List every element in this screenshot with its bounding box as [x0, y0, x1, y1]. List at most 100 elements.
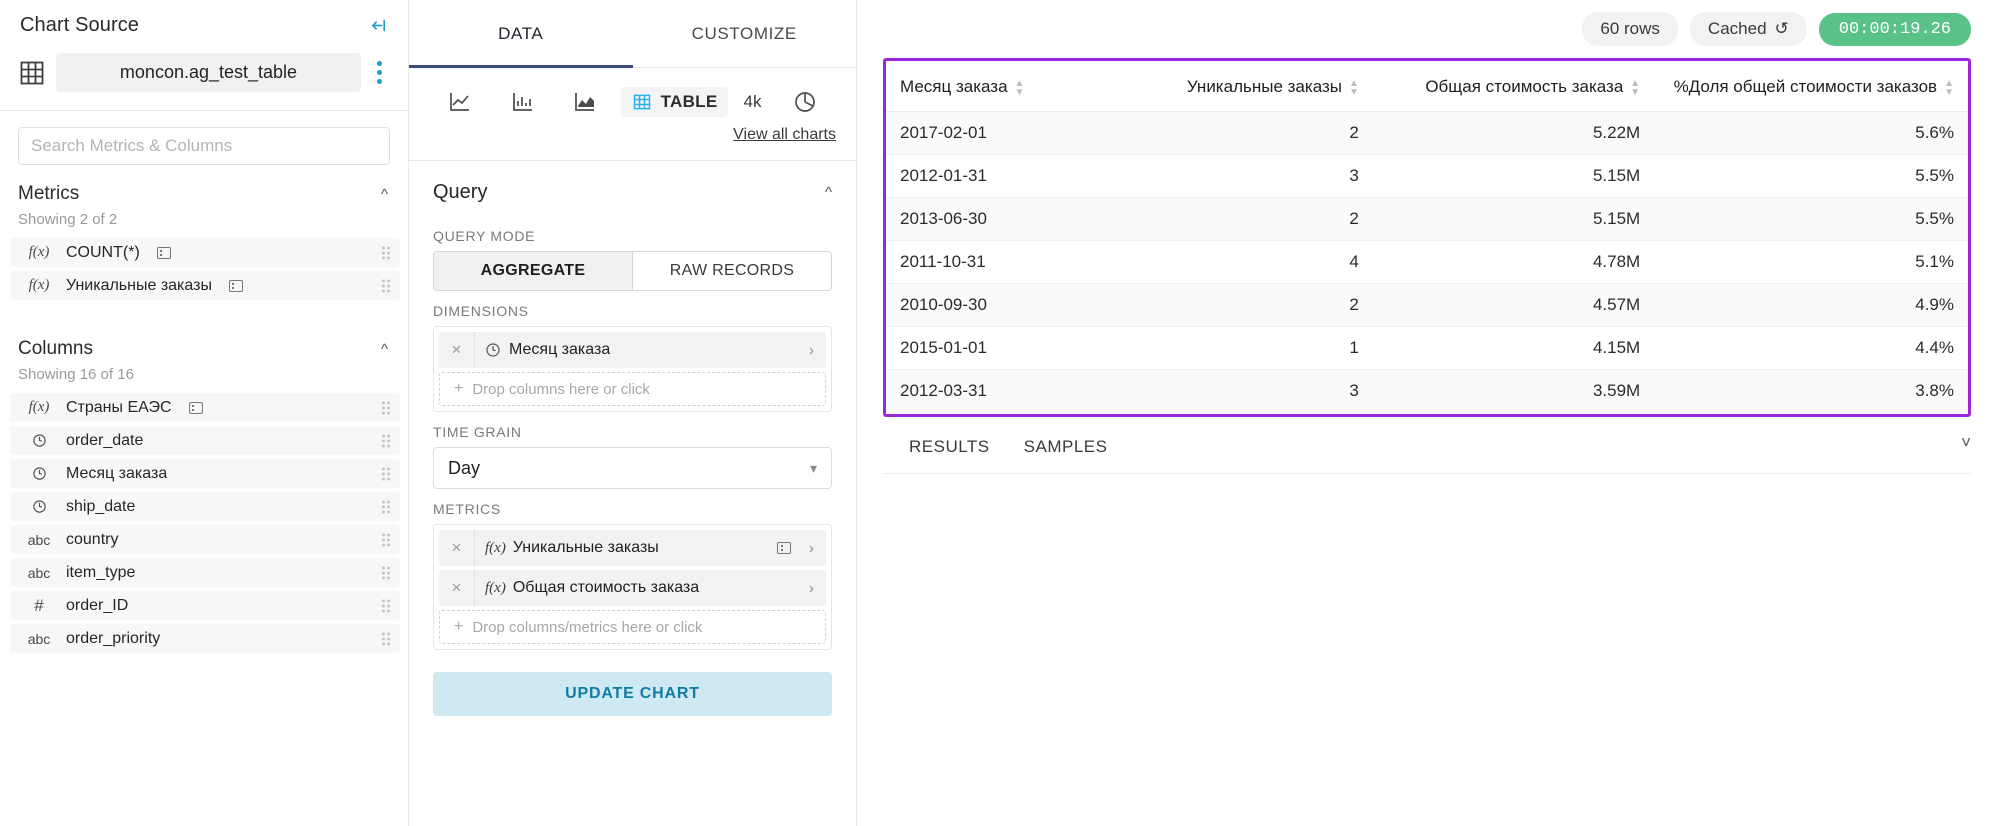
remove-icon[interactable]: × [439, 332, 475, 368]
list-item[interactable]: abc country [10, 525, 400, 554]
bottom-filler [857, 474, 1999, 826]
table-row[interactable]: 2012-01-3135.15M5.5% [886, 155, 1968, 198]
clock-icon [22, 499, 56, 514]
table-row[interactable]: 2017-02-0125.22M5.6% [886, 112, 1968, 155]
chevron-up-icon[interactable]: ^ [381, 341, 388, 358]
drag-handle-icon[interactable] [382, 246, 390, 259]
query-mode-raw-records[interactable]: RAW RECORDS [632, 252, 831, 290]
dimension-chip[interactable]: × Месяц заказа › [439, 332, 826, 368]
sort-icon[interactable]: ▲▼ [1630, 79, 1640, 97]
drag-handle-icon[interactable] [382, 500, 390, 513]
columns-section-header[interactable]: Columns ^ [0, 326, 408, 362]
area-chart-icon[interactable] [554, 86, 617, 118]
update-chart-button[interactable]: UPDATE CHART [433, 672, 832, 716]
cached-badge[interactable]: Cached ↺ [1690, 12, 1807, 46]
big-number-icon[interactable]: 4k [732, 92, 774, 112]
tab-data[interactable]: DATA [409, 0, 633, 67]
table-row[interactable]: 2013-06-3025.15M5.5% [886, 198, 1968, 241]
sort-icon[interactable]: ▲▼ [1015, 79, 1025, 97]
collapse-left-icon[interactable] [369, 14, 388, 35]
clock-icon [22, 466, 56, 481]
drag-handle-icon[interactable] [382, 467, 390, 480]
bar-chart-icon[interactable] [492, 86, 555, 118]
drag-handle-icon[interactable] [382, 434, 390, 447]
metrics-section-header[interactable]: Metrics ^ [0, 171, 408, 207]
list-item[interactable]: f(x) Уникальные заказы [10, 271, 400, 300]
drag-handle-icon[interactable] [382, 279, 390, 292]
column-header-month[interactable]: Месяц заказа▲▼ [886, 61, 1146, 112]
list-item[interactable]: Месяц заказа [10, 459, 400, 488]
column-label: Месяц заказа [66, 465, 167, 483]
chevron-down-icon[interactable]: ▾ [810, 460, 817, 477]
query-section-header[interactable]: Query ^ [409, 161, 856, 216]
list-item[interactable]: f(x) COUNT(*) [10, 238, 400, 267]
drag-handle-icon[interactable] [382, 599, 390, 612]
cell-total: 4.78M [1373, 241, 1654, 284]
remove-icon[interactable]: × [439, 570, 475, 606]
cell-total: 5.15M [1373, 155, 1654, 198]
dataset-menu-icon[interactable] [371, 57, 388, 88]
abc-icon: abc [22, 631, 56, 647]
dataset-name[interactable]: moncon.ag_test_table [56, 53, 361, 92]
time-grain-select[interactable]: Day ▾ [433, 447, 832, 489]
list-item[interactable]: ship_date [10, 492, 400, 521]
clock-icon [22, 433, 56, 448]
query-mode-aggregate[interactable]: AGGREGATE [434, 252, 632, 290]
search-input[interactable] [18, 127, 390, 165]
remove-icon[interactable]: × [439, 530, 475, 566]
time-grain-value: Day [448, 458, 480, 479]
drag-handle-icon[interactable] [382, 401, 390, 414]
table-grid-icon [18, 59, 46, 87]
chevron-right-icon[interactable]: › [797, 342, 826, 359]
column-header-unique-orders[interactable]: Уникальные заказы▲▼ [1146, 61, 1373, 112]
chevron-up-icon[interactable]: ^ [825, 184, 832, 201]
sort-icon[interactable]: ▲▼ [1944, 79, 1954, 97]
dimensions-dropzone-panel: × Месяц заказа › + Drop columns here or … [433, 326, 832, 412]
table-row[interactable]: 2010-09-3024.57M4.9% [886, 284, 1968, 327]
column-header-share-pct[interactable]: %Доля общей стоимости заказов▲▼ [1654, 61, 1968, 112]
cell-month: 2015-01-01 [886, 327, 1146, 370]
viz-type-table[interactable]: TABLE [621, 87, 728, 117]
column-label: order_ID [66, 597, 128, 615]
refresh-icon[interactable]: ↺ [1775, 19, 1789, 39]
abc-icon: abc [22, 532, 56, 548]
number-icon: # [22, 596, 56, 616]
tab-results[interactable]: RESULTS [909, 437, 990, 457]
drag-handle-icon[interactable] [382, 566, 390, 579]
dimensions-dropzone-label: Drop columns here or click [472, 381, 650, 398]
tab-samples[interactable]: SAMPLES [1024, 437, 1108, 457]
list-item[interactable]: order_date [10, 426, 400, 455]
metrics-dropzone[interactable]: + Drop columns/metrics here or click [439, 610, 826, 644]
chevron-up-icon[interactable]: ^ [381, 186, 388, 203]
column-header-total-cost[interactable]: Общая стоимость заказа▲▼ [1373, 61, 1654, 112]
metric-chip[interactable]: × f(x) Уникальные заказы › [439, 530, 826, 566]
list-item[interactable]: f(x) Страны ЕАЭС [10, 393, 400, 422]
certified-icon [777, 542, 791, 554]
cell-share: 3.8% [1654, 370, 1968, 413]
chevron-down-icon[interactable]: ˅ [1961, 433, 1971, 453]
line-chart-icon[interactable] [429, 86, 492, 118]
drag-handle-icon[interactable] [382, 632, 390, 645]
table-row[interactable]: 2015-01-0114.15M4.4% [886, 327, 1968, 370]
list-item[interactable]: abc item_type [10, 558, 400, 587]
metric-chip[interactable]: × f(x) Общая стоимость заказа › [439, 570, 826, 606]
list-item[interactable]: # order_ID [10, 591, 400, 620]
view-all-charts-link[interactable]: View all charts [409, 118, 856, 160]
sort-icon[interactable]: ▲▼ [1349, 79, 1359, 97]
metrics-section-title: Metrics [18, 183, 79, 205]
chevron-right-icon[interactable]: › [797, 580, 826, 597]
drag-handle-icon[interactable] [382, 533, 390, 546]
cell-share: 5.5% [1654, 155, 1968, 198]
list-item[interactable]: abc order_priority [10, 624, 400, 653]
time-grain-label: TIME GRAIN [433, 424, 832, 440]
dataset-panel-header: Chart Source [0, 0, 408, 37]
cell-month: 2010-09-30 [886, 284, 1146, 327]
chevron-right-icon[interactable]: › [797, 540, 826, 557]
cell-share: 4.4% [1654, 327, 1968, 370]
table-row[interactable]: 2012-03-3133.59M3.8% [886, 370, 1968, 413]
column-label: order_priority [66, 630, 160, 648]
pie-chart-icon[interactable] [773, 86, 836, 118]
tab-customize[interactable]: CUSTOMIZE [633, 0, 857, 67]
dimensions-dropzone[interactable]: + Drop columns here or click [439, 372, 826, 406]
table-row[interactable]: 2011-10-3144.78M5.1% [886, 241, 1968, 284]
